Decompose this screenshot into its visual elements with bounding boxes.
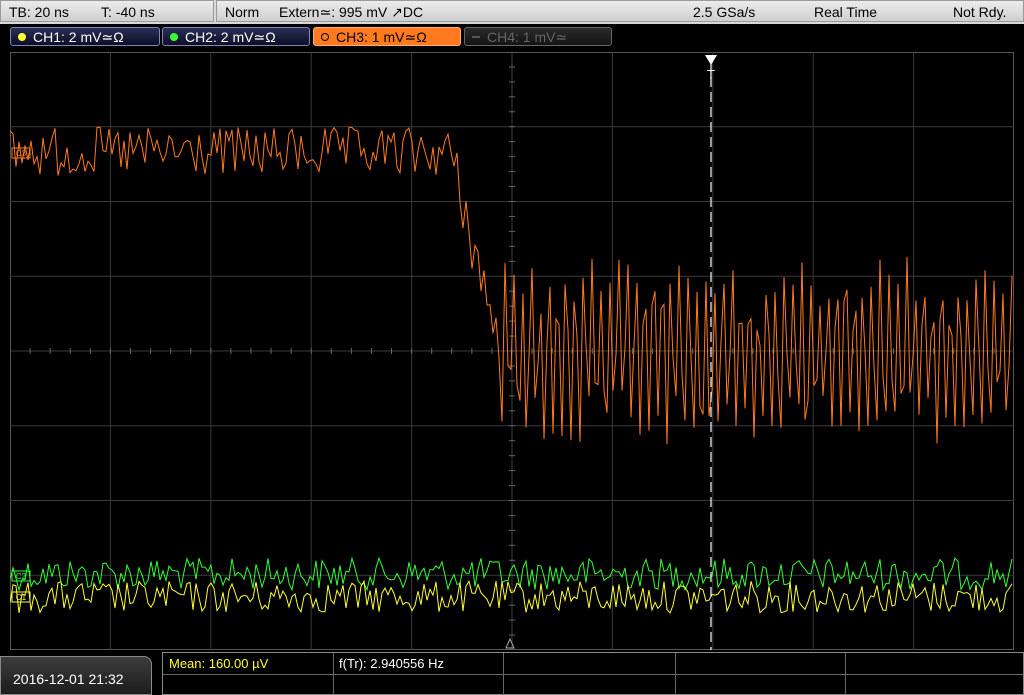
waveforms [10,126,1013,614]
oscilloscope-screen: TB: 20 ns T: -40 ns Norm Extern≃: 995 mV… [0,0,1024,695]
measurement-divider-4 [845,653,846,695]
measurement-panel[interactable]: Mean: 160.00 µV f(Tr): 2.940556 Hz [162,652,1024,695]
status-bar: TB: 20 ns T: -40 ns Norm Extern≃: 995 mV… [0,0,1024,24]
channel-1-waveform [10,579,1013,614]
channel-1-tab[interactable]: CH1: 2 mV≃Ω [10,27,160,46]
acquisition-mode-label: Real Time [814,4,878,20]
channel-2-waveform [10,556,1013,592]
channel-3-tab[interactable]: CH3: 1 mV≃Ω [313,27,461,46]
timebase-panel[interactable]: TB: 20 ns T: -40 ns [0,0,214,22]
channel-2-ref-label: C2 [16,572,27,581]
channel-4-dot-icon [472,36,480,38]
channel-1-ref-marker[interactable]: C1 [11,591,31,603]
trigger-mode-label: Norm [225,4,260,20]
trigger-marker-label: T [707,67,715,82]
frequency-measurement: f(Tr): 2.940556 Hz [339,656,445,671]
trigger-time-marker-icon [505,637,515,649]
channel-tab-row: CH1: 2 mV≃Ω CH2: 2 mV≃Ω CH3: 1 mV≃Ω CH4:… [0,24,1024,50]
measurement-divider-h [163,674,1023,675]
trigger-position-label: T: -40 ns [101,4,155,20]
datetime-panel: 2016-12-01 21:32 [0,656,152,695]
channel-4-tab[interactable]: CH4: 1 mV≃ [464,27,612,46]
trigger-panel[interactable]: Norm Extern≃: 995 mV ↗DC 2.5 GSa/s Real … [216,0,1024,22]
waveform-display[interactable]: T C3 C2 C1 [10,52,1014,650]
channel-3-waveform [10,126,1013,445]
measurement-divider-2 [503,653,504,695]
trigger-source-label: Extern≃: 995 mV ↗DC [279,4,424,20]
channel-2-label: CH2: 2 mV≃Ω [185,29,276,45]
graticule-svg: T C3 C2 C1 [10,52,1014,650]
channel-1-label: CH1: 2 mV≃Ω [33,29,124,45]
timebase-label: TB: 20 ns [9,4,69,20]
measurement-divider-1 [333,653,334,695]
measurement-divider-3 [675,653,676,695]
channel-2-dot-icon [170,33,178,41]
channel-2-tab[interactable]: CH2: 2 mV≃Ω [162,27,310,46]
channel-4-label: CH4: 1 mV≃ [487,29,568,45]
acquisition-state-label: Not Rdy. [953,4,1007,20]
channel-3-dot-icon [321,33,329,41]
sample-rate-label: 2.5 GSa/s [693,4,756,20]
channel-3-label: CH3: 1 mV≃Ω [336,29,427,45]
mean-measurement: Mean: 160.00 µV [169,656,269,671]
channel-3-ref-label: C3 [16,149,27,158]
channel-1-ref-label: C1 [16,593,27,602]
trigger-arrow-icon [705,55,717,65]
bottom-bar: 2016-12-01 21:32 Mean: 160.00 µV f(Tr): … [0,652,1024,695]
channel-1-dot-icon [18,33,26,41]
datetime-label: 2016-12-01 21:32 [13,671,124,687]
